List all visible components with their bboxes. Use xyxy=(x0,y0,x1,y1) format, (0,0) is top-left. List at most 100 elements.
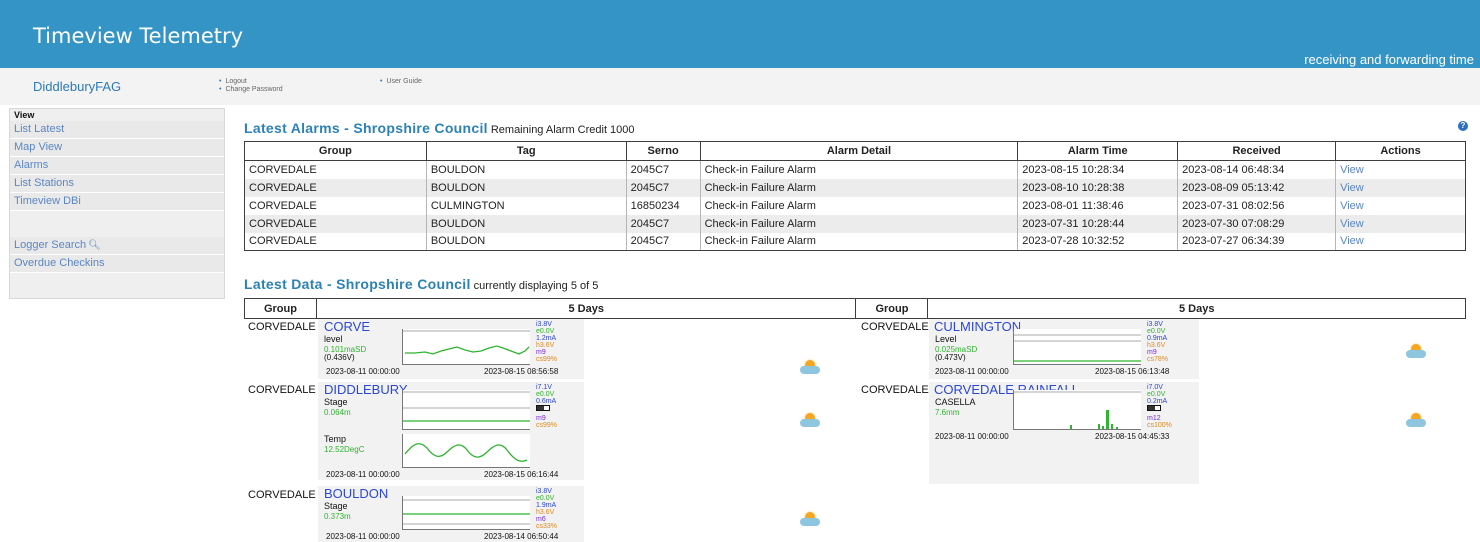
cell-alarm-detail: Check-in Failure Alarm xyxy=(700,160,1019,179)
sidebar-item-alarms[interactable]: Alarms xyxy=(10,157,224,175)
view-link[interactable]: View xyxy=(1340,218,1364,230)
cell-group: CORVEDALE xyxy=(244,214,427,233)
cell-alarm-detail: Check-in Failure Alarm xyxy=(700,178,1019,197)
cell-received: 2023-08-14 06:48:34 xyxy=(1177,160,1337,179)
weather-icon[interactable] xyxy=(1406,344,1426,358)
stat-h-volts: h3.6V xyxy=(1147,342,1166,349)
search-icon: 🔍︎ xyxy=(88,240,101,251)
view-link[interactable]: View xyxy=(1340,182,1364,194)
stat-current: 0.6mA xyxy=(536,398,557,405)
sidebar-item-list-latest[interactable]: List Latest xyxy=(10,121,224,139)
battery-icon xyxy=(536,405,550,412)
weather-icon[interactable] xyxy=(800,512,820,526)
chart-start-date: 2023-08-11 00:00:00 xyxy=(935,432,1009,441)
cell-received: 2023-07-27 06:34:39 xyxy=(1177,232,1337,251)
account-name[interactable]: DiddleburyFAG xyxy=(33,79,121,94)
stat-external-volts: e0.0V xyxy=(536,328,555,335)
series-label: CASELLA xyxy=(935,397,976,407)
weather-icon[interactable] xyxy=(800,413,820,427)
cell-alarm-time: 2023-08-15 10:28:34 xyxy=(1017,160,1179,179)
stat-cs: cs99% xyxy=(536,356,558,363)
station-card-corvedale-rainfall: CORVEDALE RAINFALL CASELLA 7.6mm 2023-08… xyxy=(929,382,1199,484)
stat-current: 1.9mA xyxy=(536,502,557,509)
stat-external-volts: e0.0V xyxy=(1147,391,1166,398)
col-tag[interactable]: Tag xyxy=(425,141,627,161)
stat-internal-volts: i3.8V xyxy=(536,488,552,495)
bouldon-stage-chart xyxy=(402,496,530,530)
station-name[interactable]: BOULDON xyxy=(324,486,388,501)
series-value: 0.064m xyxy=(324,408,351,417)
header-bar: Timeview Telemetry receiving and forward… xyxy=(0,0,1480,68)
station-name[interactable]: CULMINGTON xyxy=(934,319,1021,334)
station-name[interactable]: CORVE xyxy=(324,319,370,334)
chart-end-date: 2023-08-15 08:56:58 xyxy=(484,367,559,376)
cell-received: 2023-07-30 07:08:29 xyxy=(1177,214,1337,233)
cell-serno: 2045C7 xyxy=(626,214,701,233)
col-alarm-time[interactable]: Alarm Time xyxy=(1017,141,1179,161)
cell-tag: BOULDON xyxy=(426,214,627,233)
cell-serno: 2045C7 xyxy=(626,160,701,179)
change-password-link[interactable]: • Change Password xyxy=(219,85,283,94)
cell-tag: BOULDON xyxy=(426,232,627,251)
stat-internal-volts: i3.8V xyxy=(1147,321,1163,328)
station-card-corve: CORVE level 0.101maSD (0.436V) 2023-08-1… xyxy=(318,319,584,379)
cell-group: CORVEDALE xyxy=(244,178,427,197)
station-card-culmington: CULMINGTON Level 0.025maSD (0.473V) 2023… xyxy=(929,319,1199,379)
tagline: receiving and forwarding time xyxy=(1304,52,1474,67)
cell-alarm-time: 2023-08-01 11:38:46 xyxy=(1017,196,1179,215)
cell-tag: BOULDON xyxy=(426,160,627,179)
stat-internal-volts: i7.0V xyxy=(1147,384,1163,391)
col-group[interactable]: Group xyxy=(244,141,427,161)
stat-h-volts: h3.6V xyxy=(536,342,555,349)
view-link[interactable]: View xyxy=(1340,164,1364,176)
cell-received: 2023-08-09 05:13:42 xyxy=(1177,178,1337,197)
cell-serno: 2045C7 xyxy=(626,178,701,197)
chart-end-date: 2023-08-15 04:45:33 xyxy=(1095,432,1170,441)
sidebar-item-logger-search[interactable]: Logger Search 🔍︎ xyxy=(10,237,224,255)
station-card-bouldon: BOULDON Stage 0.373m 2023-08-11 00:00:00… xyxy=(318,486,584,542)
col-received[interactable]: Received xyxy=(1177,141,1337,161)
stat-current: 1.2mA xyxy=(536,335,557,342)
help-icon[interactable]: ? xyxy=(1458,121,1468,131)
alarms-title: Latest Alarms - Shropshire Council Remain… xyxy=(244,120,635,136)
sidebar-item-map-view[interactable]: Map View xyxy=(10,139,224,157)
cell-alarm-time: 2023-08-10 10:28:38 xyxy=(1017,178,1179,197)
series-label: Temp xyxy=(324,434,347,444)
cell-alarm-time: 2023-07-31 10:28:44 xyxy=(1017,214,1179,233)
view-link[interactable]: View xyxy=(1340,235,1364,247)
table-row: CORVEDALE BOULDON 2045C7 Check-in Failur… xyxy=(244,160,1466,179)
sidebar-item-overdue-checkins[interactable]: Overdue Checkins xyxy=(10,255,224,273)
cell-tag: BOULDON xyxy=(426,178,627,197)
user-guide-link[interactable]: • User Guide xyxy=(380,77,422,86)
cell-alarm-time: 2023-07-28 10:32:52 xyxy=(1017,232,1179,251)
view-link[interactable]: View xyxy=(1340,200,1364,212)
stat-cs: cs99% xyxy=(536,422,558,429)
weather-icon[interactable] xyxy=(1406,413,1426,427)
sidebar-item-list-stations[interactable]: List Stations xyxy=(10,175,224,193)
col-alarm-detail[interactable]: Alarm Detail xyxy=(699,141,1019,161)
sidebar-item-timeview-dbi[interactable]: Timeview DBi xyxy=(10,193,224,211)
col-serno[interactable]: Serno xyxy=(625,141,701,161)
series-value: 0.373m xyxy=(324,512,351,521)
weather-icon[interactable] xyxy=(800,360,820,374)
stat-m: m6 xyxy=(536,516,546,523)
chart-end-date: 2023-08-15 06:13:48 xyxy=(1095,367,1170,376)
alarms-header-row: Group Tag Serno Alarm Detail Alarm Time … xyxy=(244,141,1466,161)
latest-data-header: Group 5 Days Group 5 Days xyxy=(244,298,1466,319)
cell-received: 2023-07-31 08:02:56 xyxy=(1177,196,1337,215)
station-group: CORVEDALE xyxy=(861,321,929,333)
col-group-right: Group xyxy=(855,298,929,319)
col-group-left: Group xyxy=(244,298,317,319)
account-bar: DiddleburyFAG • Logout • Change Password •… xyxy=(0,68,1480,105)
chart-end-date: 2023-08-14 06:50:44 xyxy=(484,532,559,541)
chart-start-date: 2023-08-11 00:00:00 xyxy=(935,367,1009,376)
diddlebury-temp-chart xyxy=(402,434,530,468)
alarm-credit: Remaining Alarm Credit 1000 xyxy=(490,124,635,136)
series-label: Stage xyxy=(324,501,348,511)
stat-external-volts: e0.0V xyxy=(536,495,555,502)
series-volts: (0.436V) xyxy=(324,353,355,362)
sidebar: View List Latest Map View Alarms List St… xyxy=(9,108,225,299)
chart-start-date: 2023-08-11 00:00:00 xyxy=(326,532,400,541)
station-name[interactable]: DIDDLEBURY xyxy=(324,382,408,397)
